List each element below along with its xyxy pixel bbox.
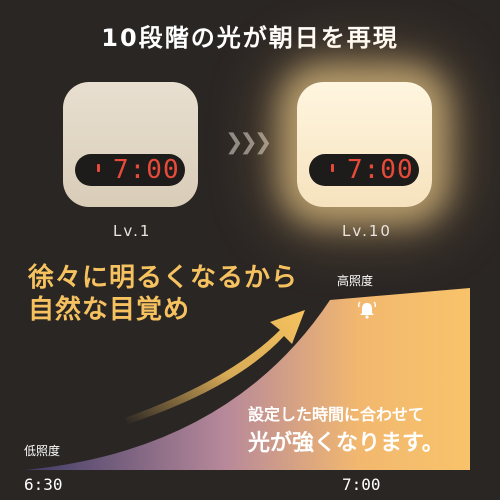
high-brightness-label: 高照度 <box>337 274 374 288</box>
alarm-bell-icon <box>357 301 377 319</box>
start-time-label: 6:30 <box>24 475 63 494</box>
catchphrase-line-1: 徐々に明るくなるから <box>28 263 299 293</box>
catchphrase-line-2: 自然な目覚め <box>28 295 191 325</box>
end-time-label: 7:00 <box>342 475 381 494</box>
catchphrase: 徐々に明るくなるから 自然な目覚め <box>28 262 298 326</box>
low-brightness-label: 低照度 <box>24 444 61 458</box>
description-line-2: 光が強くなります。 <box>248 431 444 456</box>
description-line-1: 設定した時間に合わせて <box>248 405 425 424</box>
